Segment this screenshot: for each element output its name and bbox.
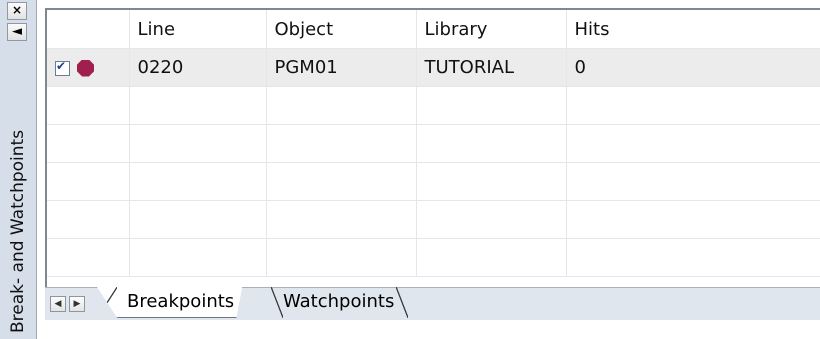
grid-header-row: Line Object Library Hits [47,10,820,49]
line-cell: 0220 [129,48,267,87]
scroll-left-icon[interactable]: ◀ [50,296,66,312]
panel-title: Break- and Watchpoints [8,129,28,333]
close-icon[interactable]: × [7,2,27,20]
library-cell: TUTORIAL [416,48,567,87]
breakpoints-grid: Line Object Library Hits 0220 PGM01 TUTO… [45,8,820,287]
tab-breakpoints[interactable]: Breakpoints [97,287,243,318]
tab-watchpoints[interactable]: Watchpoints [270,287,409,318]
table-row[interactable]: 0220 PGM01 TUTORIAL 0 [47,48,820,87]
empty-row[interactable] [47,200,820,239]
collapse-arrow-icon[interactable]: ◄ [7,23,27,41]
empty-row[interactable] [47,162,820,201]
column-header-status[interactable] [47,10,130,49]
column-header-line[interactable]: Line [129,10,267,49]
status-cell [47,48,130,87]
enabled-checkbox[interactable] [55,59,70,76]
hits-cell: 0 [566,48,820,87]
empty-row[interactable] [47,86,820,125]
tab-bar: ◀ ▶ Breakpoints Watchpoints [45,287,820,320]
side-panel-strip: × ◄ Break- and Watchpoints [0,0,37,339]
breakpoint-stop-icon [77,59,94,77]
scroll-right-icon[interactable]: ▶ [69,296,85,312]
empty-row[interactable] [47,124,820,163]
empty-row[interactable] [47,238,820,277]
object-cell: PGM01 [266,48,417,87]
column-header-library[interactable]: Library [416,10,567,49]
column-header-object[interactable]: Object [266,10,417,49]
column-header-hits[interactable]: Hits [566,10,820,49]
